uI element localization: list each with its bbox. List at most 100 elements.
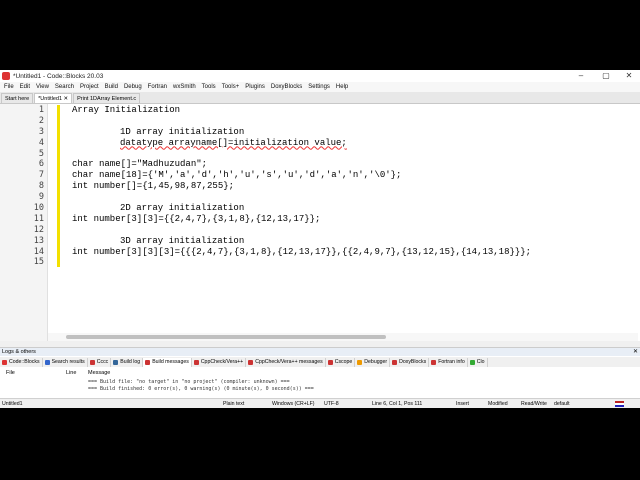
- doxyblocks-icon: [392, 359, 398, 365]
- debugger-icon: [357, 359, 363, 365]
- column-file[interactable]: File: [6, 369, 15, 377]
- line-number: 12: [33, 224, 44, 235]
- menu-tools[interactable]: Tools: [202, 84, 216, 90]
- maximize-button[interactable]: ▢: [595, 70, 617, 82]
- menu-fortran[interactable]: Fortran: [148, 84, 167, 90]
- line-number: 3: [38, 126, 44, 137]
- code-line: char name[18]={'M','a','d','h','u','s','…: [72, 170, 402, 181]
- code-line: 1D array initialization: [120, 126, 245, 137]
- logtab-doxyblocks[interactable]: DoxyBlocks: [390, 357, 430, 367]
- search-icon: [44, 359, 50, 365]
- menu-tools-plus[interactable]: Tools+: [222, 84, 240, 90]
- codeblocks-logo-icon: [2, 72, 10, 80]
- build-messages-header: File Line Message: [0, 369, 640, 377]
- line-number: 11: [33, 213, 44, 224]
- logtab-label: Build log: [120, 358, 141, 365]
- menu-debug[interactable]: Debug: [124, 84, 142, 90]
- minimize-button[interactable]: –: [570, 70, 592, 82]
- close-icon[interactable]: ✕: [633, 348, 638, 356]
- logtab-cppcheck[interactable]: CppCheck/Vera++: [192, 357, 247, 367]
- tab-start-here[interactable]: Start here: [1, 93, 34, 103]
- menu-build[interactable]: Build: [105, 84, 118, 90]
- code-line: 2D array initialization: [120, 203, 245, 214]
- menu-search[interactable]: Search: [55, 84, 74, 90]
- status-encoding: UTF-8: [324, 401, 339, 407]
- logtab-closed-files[interactable]: Clo: [468, 357, 488, 367]
- codeblocks-icon: [2, 359, 7, 365]
- line-number-gutter: 1 2 3 4 5 6 7 8 9 10 11 12 13 14 15: [0, 104, 48, 341]
- cccc-icon: [89, 359, 95, 365]
- menu-edit[interactable]: Edit: [20, 84, 30, 90]
- close-button[interactable]: ✕: [618, 70, 640, 82]
- logtab-build-log[interactable]: Build log: [111, 357, 144, 367]
- scrollbar-thumb[interactable]: [66, 335, 386, 339]
- logtab-label: Build messages: [152, 358, 189, 365]
- code-line: 3D array initialization: [120, 235, 245, 246]
- menu-doxyblocks[interactable]: DoxyBlocks: [271, 84, 302, 90]
- status-mode: Insert: [456, 401, 469, 407]
- status-modified: Modified: [488, 401, 508, 407]
- line-number: 10: [33, 203, 44, 214]
- fortran-icon: [431, 359, 437, 365]
- line-number: 15: [33, 257, 44, 268]
- logtab-label: Search results: [51, 358, 85, 365]
- status-eol: Windows (CR+LF): [272, 401, 315, 407]
- cscope-icon: [327, 359, 333, 365]
- code-line: datatype arrayname[]=initialization valu…: [120, 137, 347, 148]
- status-bar: Untitled1 Plain text Windows (CR+LF) UTF…: [0, 398, 640, 408]
- logtab-label: Cscope: [334, 358, 353, 365]
- column-message[interactable]: Message: [88, 369, 110, 377]
- menu-settings[interactable]: Settings: [308, 84, 330, 90]
- logtab-cppcheck-messages[interactable]: CppCheck/Vera++ messages: [246, 357, 326, 367]
- logtab-cscope[interactable]: Cscope: [326, 357, 356, 367]
- menu-plugins[interactable]: Plugins: [245, 84, 265, 90]
- line-number: 7: [38, 170, 44, 181]
- column-line[interactable]: Line: [66, 369, 76, 377]
- line-number: 2: [38, 115, 44, 126]
- build-message: === Build file: "no target" in "no proje…: [88, 379, 290, 385]
- code-line-current: char name[]="Madhuzudan";: [72, 159, 208, 170]
- menu-help[interactable]: Help: [336, 84, 348, 90]
- closed-files-icon: [469, 359, 475, 365]
- line-number: 4: [38, 137, 44, 148]
- code-editor[interactable]: 1 2 3 4 5 6 7 8 9 10 11 12 13 14 15 Arra…: [0, 104, 640, 341]
- tab-print-1darray[interactable]: Print 1DArray Element.c: [73, 93, 141, 103]
- horizontal-scrollbar[interactable]: [48, 333, 638, 341]
- gear-icon: [113, 359, 119, 365]
- line-number: 1: [38, 105, 44, 115]
- code-line: int number[3][3][3]={{{2,4,7},{3,1,8},{1…: [72, 246, 532, 257]
- line-number: 6: [38, 159, 44, 170]
- menu-wxsmith[interactable]: wxSmith: [173, 84, 196, 90]
- logtab-build-messages[interactable]: Build messages: [143, 357, 192, 367]
- code-line: int number[3][3]={{2,4,7},{3,1,8},{12,13…: [72, 213, 321, 224]
- logs-panel-title: Logs & others: [0, 348, 640, 356]
- status-file: Untitled1: [2, 401, 23, 407]
- logtab-label: DoxyBlocks: [399, 358, 427, 365]
- code-text[interactable]: Array Initialization 1D array initializa…: [72, 105, 632, 268]
- cppcheck-icon: [193, 359, 199, 365]
- code-line: int number[]={1,45,98,87,255};: [72, 181, 235, 192]
- line-number: 8: [38, 181, 44, 192]
- logtab-search-results[interactable]: Search results: [43, 357, 88, 367]
- line-number: 5: [38, 148, 44, 159]
- logtab-debugger[interactable]: Debugger: [355, 357, 391, 367]
- build-messages-icon: [145, 359, 151, 365]
- status-profile: default: [554, 401, 570, 407]
- logtab-fortran-info[interactable]: Fortran info: [429, 357, 468, 367]
- logtab-label: CppCheck/Vera++ messages: [255, 358, 323, 365]
- tab-untitled1[interactable]: *Untitled1 ✕: [34, 93, 73, 103]
- menu-view[interactable]: View: [36, 84, 49, 90]
- logs-tab-bar: Code::Blocks Search results Cccc Build l…: [0, 357, 640, 367]
- logtab-codeblocks[interactable]: Code::Blocks: [0, 357, 43, 367]
- logtab-label: Clo: [476, 358, 485, 365]
- cppcheck-icon: [248, 359, 254, 365]
- modified-lines-marker: [57, 105, 60, 267]
- menu-file[interactable]: File: [4, 84, 14, 90]
- logtab-cccc[interactable]: Cccc: [88, 357, 112, 367]
- menu-project[interactable]: Project: [80, 84, 99, 90]
- status-language: Plain text: [223, 401, 245, 407]
